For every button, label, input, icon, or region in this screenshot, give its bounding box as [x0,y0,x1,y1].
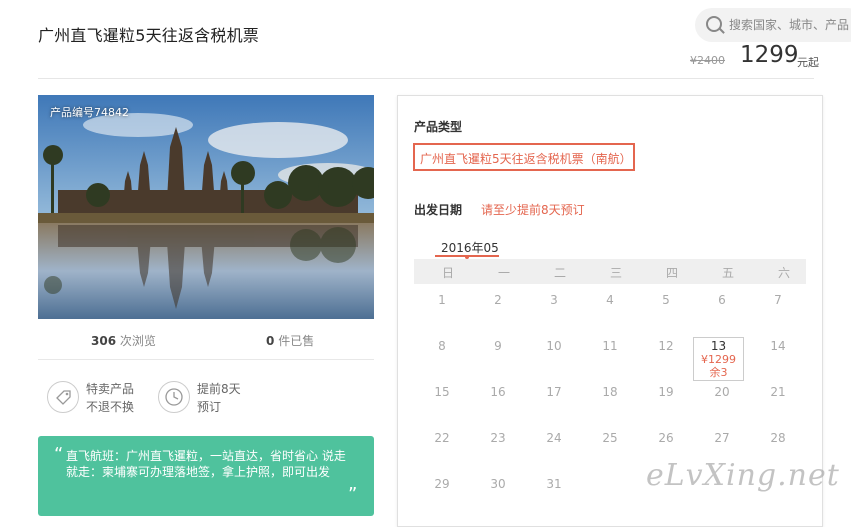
weekday-label: 日 [441,266,454,280]
calendar-day[interactable]: 29 [414,477,470,491]
feature-line: 提前8天 [197,382,241,396]
calendar-day[interactable]: 20 [694,385,750,399]
calendar-day[interactable]: 16 [470,385,526,399]
calendar-day[interactable]: 17 [526,385,582,399]
weekday-label: 二 [553,266,566,280]
quote-close-icon: ” [348,484,358,505]
weekday-label: 三 [609,266,622,280]
quote-open-icon: “ [54,444,64,465]
calendar-day[interactable]: 30 [470,477,526,491]
watermark: eLvXing.net [646,458,840,493]
month-tab[interactable]: 2016年05 [441,239,499,256]
weekday-label: 六 [777,266,790,280]
price-unit: 元起 [797,56,819,69]
weekday-label: 一 [497,266,510,280]
calendar-day[interactable]: 6 [694,293,750,307]
sold-stat: 0 件已售 [266,332,314,349]
calendar-day[interactable]: 8 [414,339,470,353]
feature-line: 特卖产品 [86,382,135,396]
calendar-day[interactable]: 2 [470,293,526,307]
views-label: 次浏览 [119,334,156,348]
views-count: 306 [91,334,117,348]
departure-date-label: 出发日期 [414,203,463,217]
calendar-day[interactable]: 15 [414,385,470,399]
calendar-day[interactable]: 25 [582,431,638,445]
calendar-day[interactable]: 5 [638,293,694,307]
calendar-day[interactable]: 28 [750,431,806,445]
views-stat: 306 次浏览 [91,332,156,349]
sold-label: 件已售 [278,334,315,348]
calendar-day[interactable]: 31 [526,477,582,491]
calendar-day[interactable]: 10 [526,339,582,353]
product-type-label: 产品类型 [414,120,463,134]
divider [38,359,374,360]
product-photo [38,95,374,319]
selected-remaining[interactable]: 余3 [693,364,744,380]
current-price: 1299 [740,42,799,68]
calendar-day[interactable]: 26 [638,431,694,445]
calendar-day[interactable]: 12 [638,339,694,353]
calendar-day[interactable]: 9 [470,339,526,353]
feature-special: 特卖产品 不退不换 [86,380,134,416]
calendar-day[interactable]: 1 [414,293,470,307]
clock-icon [158,381,190,413]
product-type-value[interactable]: 广州直飞暹粒5天往返含税机票（南航） [420,150,632,167]
feature-line: 预订 [197,400,222,414]
calendar-day[interactable]: 4 [582,293,638,307]
product-number: 产品编号74842 [50,106,129,119]
calendar-day[interactable]: 7 [750,293,806,307]
calendar-day[interactable]: 23 [470,431,526,445]
highlight-text: 直飞航班：广州直飞暹粒，一站直达，省时省心 说走就走：柬埔寨可办理落地签，拿上护… [66,449,346,479]
calendar-day[interactable]: 24 [526,431,582,445]
advance-note: 请至少提前8天预订 [481,203,585,217]
search-icon[interactable] [706,16,722,32]
calendar-day[interactable]: 19 [638,385,694,399]
feature-line: 不退不换 [86,400,135,414]
selected-day[interactable]: 13 [693,339,744,353]
tag-icon [47,381,79,413]
calendar-day[interactable]: 3 [526,293,582,307]
weekday-label: 四 [665,266,678,280]
sold-count: 0 [266,334,275,348]
page-title: 广州直飞暹粒5天往返含税机票 [38,26,259,45]
highlight-box: “ 直飞航班：广州直飞暹粒，一站直达，省时省心 说走就走：柬埔寨可办理落地签，拿… [38,436,374,516]
calendar-day[interactable]: 21 [750,385,806,399]
calendar-day[interactable]: 27 [694,431,750,445]
calendar-day[interactable]: 14 [750,339,806,353]
search-input[interactable]: 搜索国家、城市、产品 [729,16,849,33]
calendar-day[interactable]: 18 [582,385,638,399]
feature-advance: 提前8天 预订 [197,380,241,416]
weekday-label: 五 [721,266,734,280]
calendar-day[interactable]: 11 [582,339,638,353]
calendar-day[interactable]: 22 [414,431,470,445]
divider [38,78,814,79]
original-price: ¥2400 [690,54,725,67]
